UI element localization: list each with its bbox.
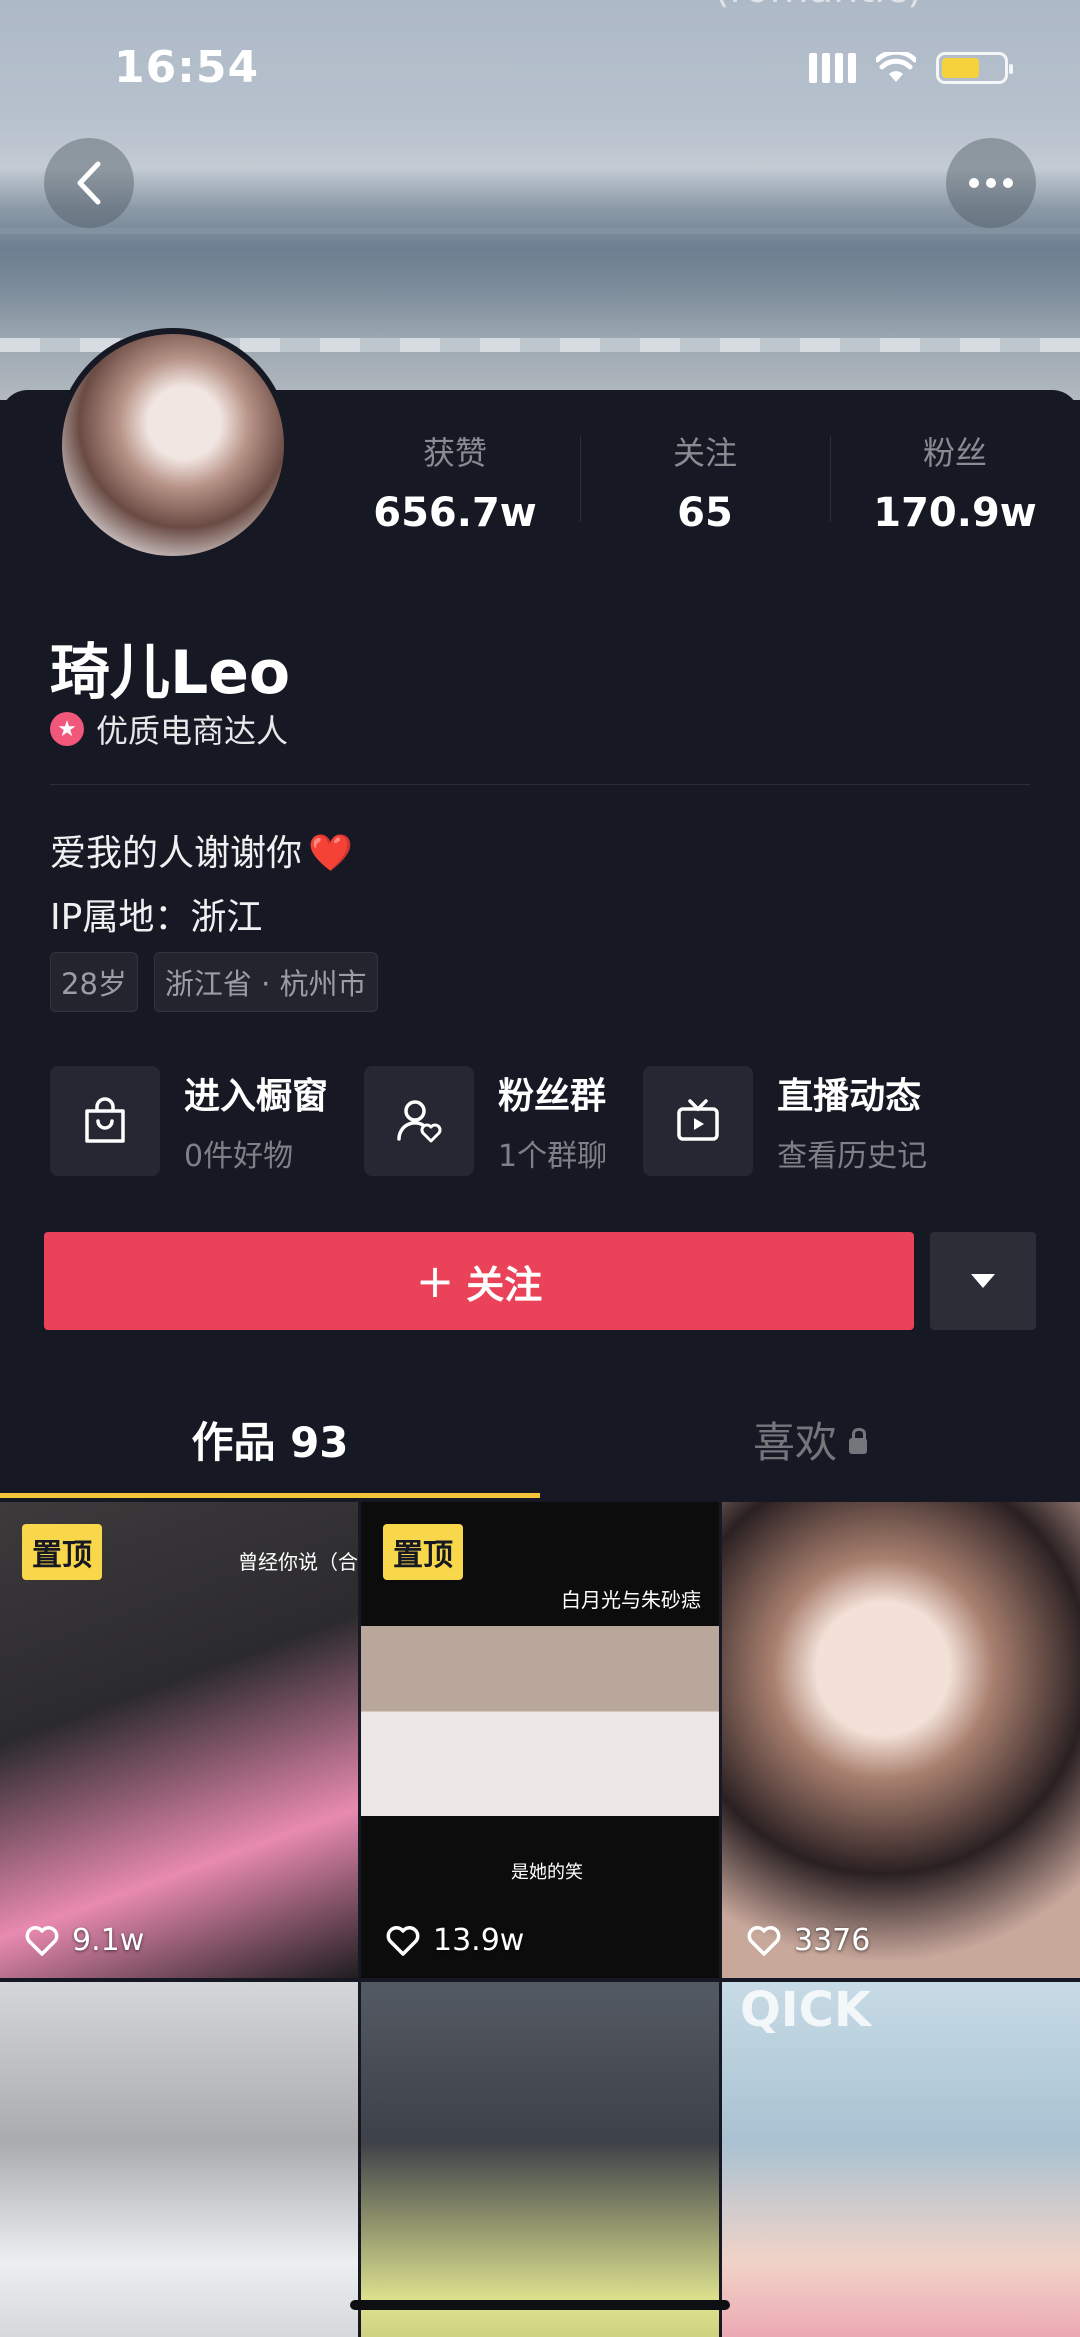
- profile-name: 琦儿Leo: [50, 638, 291, 708]
- heart-icon: [386, 1925, 420, 1956]
- bio: 爱我的人谢谢你 ❤️: [50, 824, 353, 876]
- heart-emoji: ❤️: [308, 833, 353, 874]
- horizon-line: [0, 228, 1080, 234]
- video-thumbnail[interactable]: [361, 1982, 719, 2337]
- video-overlay-text: 白月光与朱砂痣: [561, 1588, 701, 1612]
- action-text: 直播动态 查看历史记: [777, 1067, 927, 1175]
- action-text: 粉丝群 1个群聊: [498, 1067, 607, 1175]
- more-button[interactable]: [946, 138, 1036, 228]
- video-grid: 置顶 曾经你说（合 9.1w 置顶 白月光与朱砂痣 是她的笑 13.9w 337…: [0, 1502, 1080, 2337]
- shopping-bag-icon: [85, 1097, 125, 1143]
- avatar[interactable]: [56, 328, 290, 562]
- video-likes: 13.9w: [385, 1923, 524, 1958]
- tag-location: 浙江省 · 杭州市: [153, 952, 378, 1012]
- storefront-action[interactable]: 进入橱窗 0件好物: [50, 1066, 328, 1176]
- stat-followers[interactable]: 粉丝 170.9w: [830, 428, 1080, 536]
- fan-group-icon: [397, 1100, 442, 1143]
- status-icons: [809, 52, 1013, 84]
- video-thumbnail[interactable]: 3376: [722, 1502, 1080, 1978]
- likes-count: 9.1w: [72, 1923, 145, 1958]
- video-overlay-text: 是她的笑: [511, 1862, 583, 1883]
- profile-screen: (romantic) 16:54 获赞 656.7w 关注 65: [0, 0, 1080, 2337]
- bio-text: 爱我的人谢谢你: [50, 833, 303, 874]
- profile-tags: 28岁 浙江省 · 杭州市: [50, 952, 378, 1012]
- stat-label: 关注: [672, 434, 737, 472]
- live-history-action[interactable]: 直播动态 查看历史记: [643, 1066, 927, 1176]
- chevron-left-icon: [77, 161, 101, 205]
- action-row: 进入橱窗 0件好物 粉丝群 1个群聊 直播动态 查看历史记: [50, 1066, 1080, 1176]
- video-overlay-text: QICK: [740, 1982, 872, 2038]
- heart-icon: [25, 1925, 59, 1956]
- video-overlay-text: 曾经你说（合: [238, 1550, 358, 1574]
- likes-count: 13.9w: [433, 1923, 525, 1958]
- more-dots-icon: [969, 178, 1013, 188]
- action-text: 进入橱窗 0件好物: [184, 1067, 328, 1175]
- tag-age: 28岁: [50, 952, 138, 1012]
- pinned-badge: 置顶: [22, 1524, 102, 1580]
- action-subtitle: 1个群聊: [498, 1139, 608, 1174]
- action-icon-box: [643, 1066, 754, 1176]
- video-thumbnail[interactable]: QICK: [722, 1982, 1080, 2337]
- stat-likes[interactable]: 获赞 656.7w: [330, 428, 580, 536]
- plus-icon: +: [415, 1254, 455, 1308]
- divider: [50, 784, 1030, 785]
- badge-label: 优质电商达人: [96, 712, 289, 750]
- action-subtitle: 0件好物: [184, 1139, 294, 1174]
- video-thumbnail[interactable]: 置顶 白月光与朱砂痣 是她的笑 13.9w: [361, 1502, 719, 1978]
- creator-badge[interactable]: ★ 优质电商达人: [50, 706, 288, 752]
- video-likes: 3376: [746, 1923, 870, 1958]
- triangle-down-icon: [971, 1274, 995, 1288]
- pinned-badge: 置顶: [383, 1524, 463, 1580]
- follow-button[interactable]: + 关注: [44, 1232, 914, 1330]
- battery-icon: [936, 52, 1013, 84]
- live-tv-icon: [677, 1099, 719, 1141]
- back-button[interactable]: [44, 138, 134, 228]
- ip-location: IP属地：浙江: [50, 897, 263, 938]
- cover-faint-title: (romantic): [714, 0, 923, 12]
- fan-group-action[interactable]: 粉丝群 1个群聊: [364, 1066, 607, 1176]
- heart-icon: [747, 1925, 781, 1956]
- stat-value: 170.9w: [873, 490, 1037, 536]
- stat-value: 65: [677, 490, 733, 536]
- video-likes: 9.1w: [24, 1923, 144, 1958]
- content-tabs: 作品 93 喜欢: [0, 1398, 1080, 1498]
- lock-icon: [849, 1427, 867, 1454]
- action-title: 进入橱窗: [184, 1076, 329, 1117]
- home-indicator[interactable]: [350, 2300, 730, 2310]
- stat-label: 粉丝: [922, 434, 987, 472]
- action-icon-box: [50, 1066, 160, 1176]
- star-badge-icon: ★: [50, 712, 84, 746]
- wifi-icon: [876, 52, 916, 82]
- likes-count: 3376: [794, 1923, 871, 1958]
- action-title: 粉丝群: [498, 1076, 607, 1117]
- status-time: 16:54: [114, 42, 260, 93]
- stat-label: 获赞: [422, 434, 487, 472]
- action-subtitle: 查看历史记: [777, 1139, 928, 1174]
- stat-value: 656.7w: [373, 490, 537, 536]
- stats-row: 获赞 656.7w 关注 65 粉丝 170.9w: [330, 428, 1080, 536]
- tab-label: 作品 93: [191, 1418, 349, 1467]
- video-thumbnail[interactable]: [0, 1982, 358, 2337]
- recommend-dropdown-button[interactable]: [930, 1232, 1036, 1330]
- stat-following[interactable]: 关注 65: [580, 428, 830, 536]
- video-thumbnail[interactable]: 置顶 曾经你说（合 9.1w: [0, 1502, 358, 1978]
- tab-label: 喜欢: [752, 1418, 837, 1467]
- action-icon-box: [364, 1066, 475, 1176]
- tab-works[interactable]: 作品 93: [0, 1398, 540, 1498]
- signal-icon: [809, 53, 856, 83]
- action-title: 直播动态: [777, 1076, 922, 1117]
- tab-likes[interactable]: 喜欢: [540, 1398, 1080, 1498]
- follow-label: 关注: [466, 1262, 543, 1307]
